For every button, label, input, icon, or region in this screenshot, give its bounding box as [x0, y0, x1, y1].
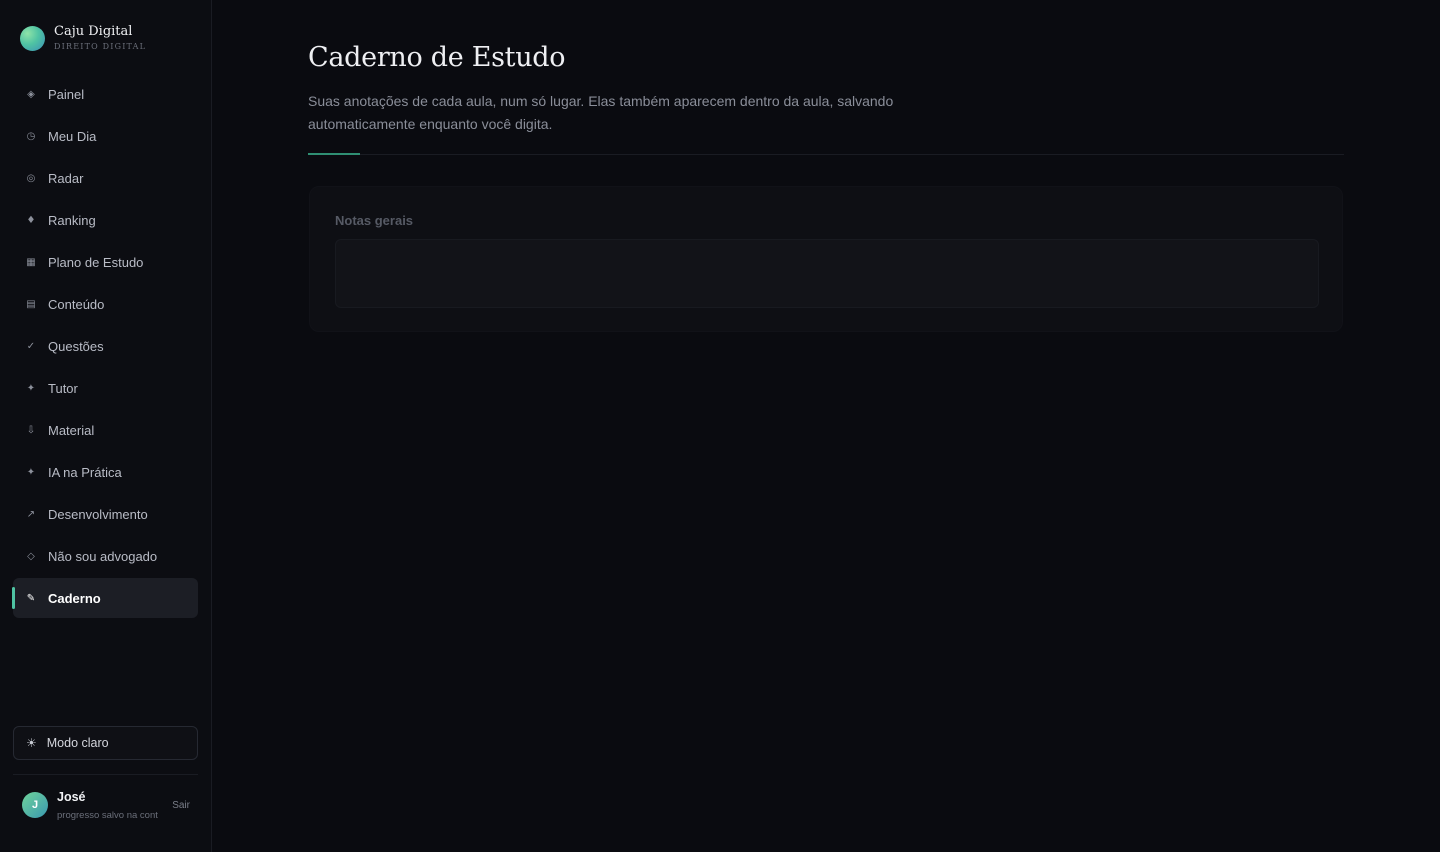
- sidebar-nav: ◈ Painel ◷ Meu Dia ◎ Radar ♦ Ranking ▦ Plano de E…: [12, 73, 198, 618]
- download-icon: ⇩: [26, 424, 36, 436]
- user-info: José progresso salvo na cont: [57, 790, 158, 821]
- sidebar-item-material[interactable]: ⇩ Material: [13, 409, 198, 451]
- sidebar-item-label: Radar: [48, 170, 84, 186]
- brand-logo: [20, 26, 45, 51]
- sidebar-item-desenvolvimento[interactable]: ↗ Desenvolvimento: [13, 493, 198, 535]
- brand-subtitle: DIREITO DIGITAL: [54, 42, 147, 51]
- user-panel: J José progresso salvo na cont Sair: [22, 790, 198, 821]
- brand-text: Caju Digital DIREITO DIGITAL: [54, 24, 146, 53]
- page-title: Caderno de Estudo: [308, 42, 566, 73]
- sidebar-item-nao-sou-advogado[interactable]: ◇ Não sou advogado: [13, 535, 198, 577]
- radar-icon: ◎: [26, 172, 36, 184]
- user-name: José: [57, 790, 86, 804]
- sidebar-item-label: Ranking: [48, 212, 96, 228]
- sidebar-item-painel[interactable]: ◈ Painel: [13, 73, 198, 115]
- sidebar-item-label: Material: [48, 422, 95, 438]
- grid-icon: ▦: [26, 256, 36, 268]
- sidebar-item-label: Plano de Estudo: [48, 254, 144, 270]
- brand[interactable]: Caju Digital DIREITO DIGITAL: [20, 24, 146, 53]
- sidebar-item-caderno[interactable]: ✎ Caderno: [12, 578, 198, 618]
- main-content: Caderno de Estudo Suas anotações de cada…: [212, 0, 1440, 852]
- notes-card: Notas gerais: [309, 186, 1343, 332]
- diamond-outline-icon: ◇: [27, 550, 35, 562]
- page-description: Suas anotações de cada aula, num só luga…: [308, 93, 894, 132]
- sidebar-item-ranking[interactable]: ♦ Ranking: [13, 199, 198, 241]
- sidebar-item-label: Meu Dia: [48, 128, 97, 144]
- pencil-icon: ✎: [26, 592, 36, 604]
- sidebar-item-label: Não sou advogado: [48, 548, 158, 564]
- diamond-icon: ♦: [26, 214, 36, 226]
- user-status: progresso salvo na cont: [57, 810, 158, 821]
- notes-textarea[interactable]: [335, 239, 1319, 308]
- brand-name: Caju Digital: [54, 24, 133, 39]
- logout-button[interactable]: Sair: [172, 800, 190, 811]
- sparkle-icon: ✦: [26, 466, 36, 478]
- check-icon: ✓: [26, 340, 36, 352]
- sidebar-item-questoes[interactable]: ✓ Questões: [13, 325, 198, 367]
- sidebar-item-label: Questões: [48, 338, 104, 354]
- sidebar-item-label: Painel: [48, 86, 85, 102]
- sun-icon: ☀: [26, 736, 37, 750]
- header-divider-accent: [308, 153, 360, 155]
- sidebar-item-ia-na-pratica[interactable]: ✦ IA na Prática: [13, 451, 198, 493]
- avatar[interactable]: J: [22, 792, 48, 818]
- clock-icon: ◷: [26, 130, 36, 142]
- list-icon: ▤: [26, 298, 36, 310]
- theme-toggle-button[interactable]: ☀ Modo claro: [13, 726, 198, 760]
- app-root: Caju Digital DIREITO DIGITAL ◈ Painel ◷ Meu…: [0, 0, 1440, 852]
- sidebar-divider: [13, 774, 198, 775]
- sidebar-item-conteudo[interactable]: ▤ Conteúdo: [13, 283, 198, 325]
- theme-toggle-label: Modo claro: [46, 736, 109, 750]
- sidebar-item-tutor[interactable]: ✦ Tutor: [13, 367, 198, 409]
- sidebar-item-label: Tutor: [48, 380, 78, 396]
- sidebar-item-label: IA na Prática: [48, 464, 122, 480]
- sidebar-item-plano-de-estudo[interactable]: ▦ Plano de Estudo: [13, 241, 198, 283]
- header-divider: [308, 154, 1344, 155]
- sidebar-item-label: Caderno: [48, 590, 101, 606]
- sidebar-item-label: Conteúdo: [48, 296, 105, 312]
- sidebar-item-meu-dia[interactable]: ◷ Meu Dia: [13, 115, 198, 157]
- sparkle-icon: ✦: [26, 382, 36, 394]
- diamond-grid-icon: ◈: [27, 88, 35, 100]
- notes-label: Notas gerais: [335, 213, 414, 228]
- arrow-up-right-icon: ↗: [26, 508, 36, 520]
- sidebar-item-label: Desenvolvimento: [48, 506, 148, 522]
- sidebar: Caju Digital DIREITO DIGITAL ◈ Painel ◷ Meu…: [0, 0, 212, 852]
- sidebar-item-radar[interactable]: ◎ Radar: [13, 157, 198, 199]
